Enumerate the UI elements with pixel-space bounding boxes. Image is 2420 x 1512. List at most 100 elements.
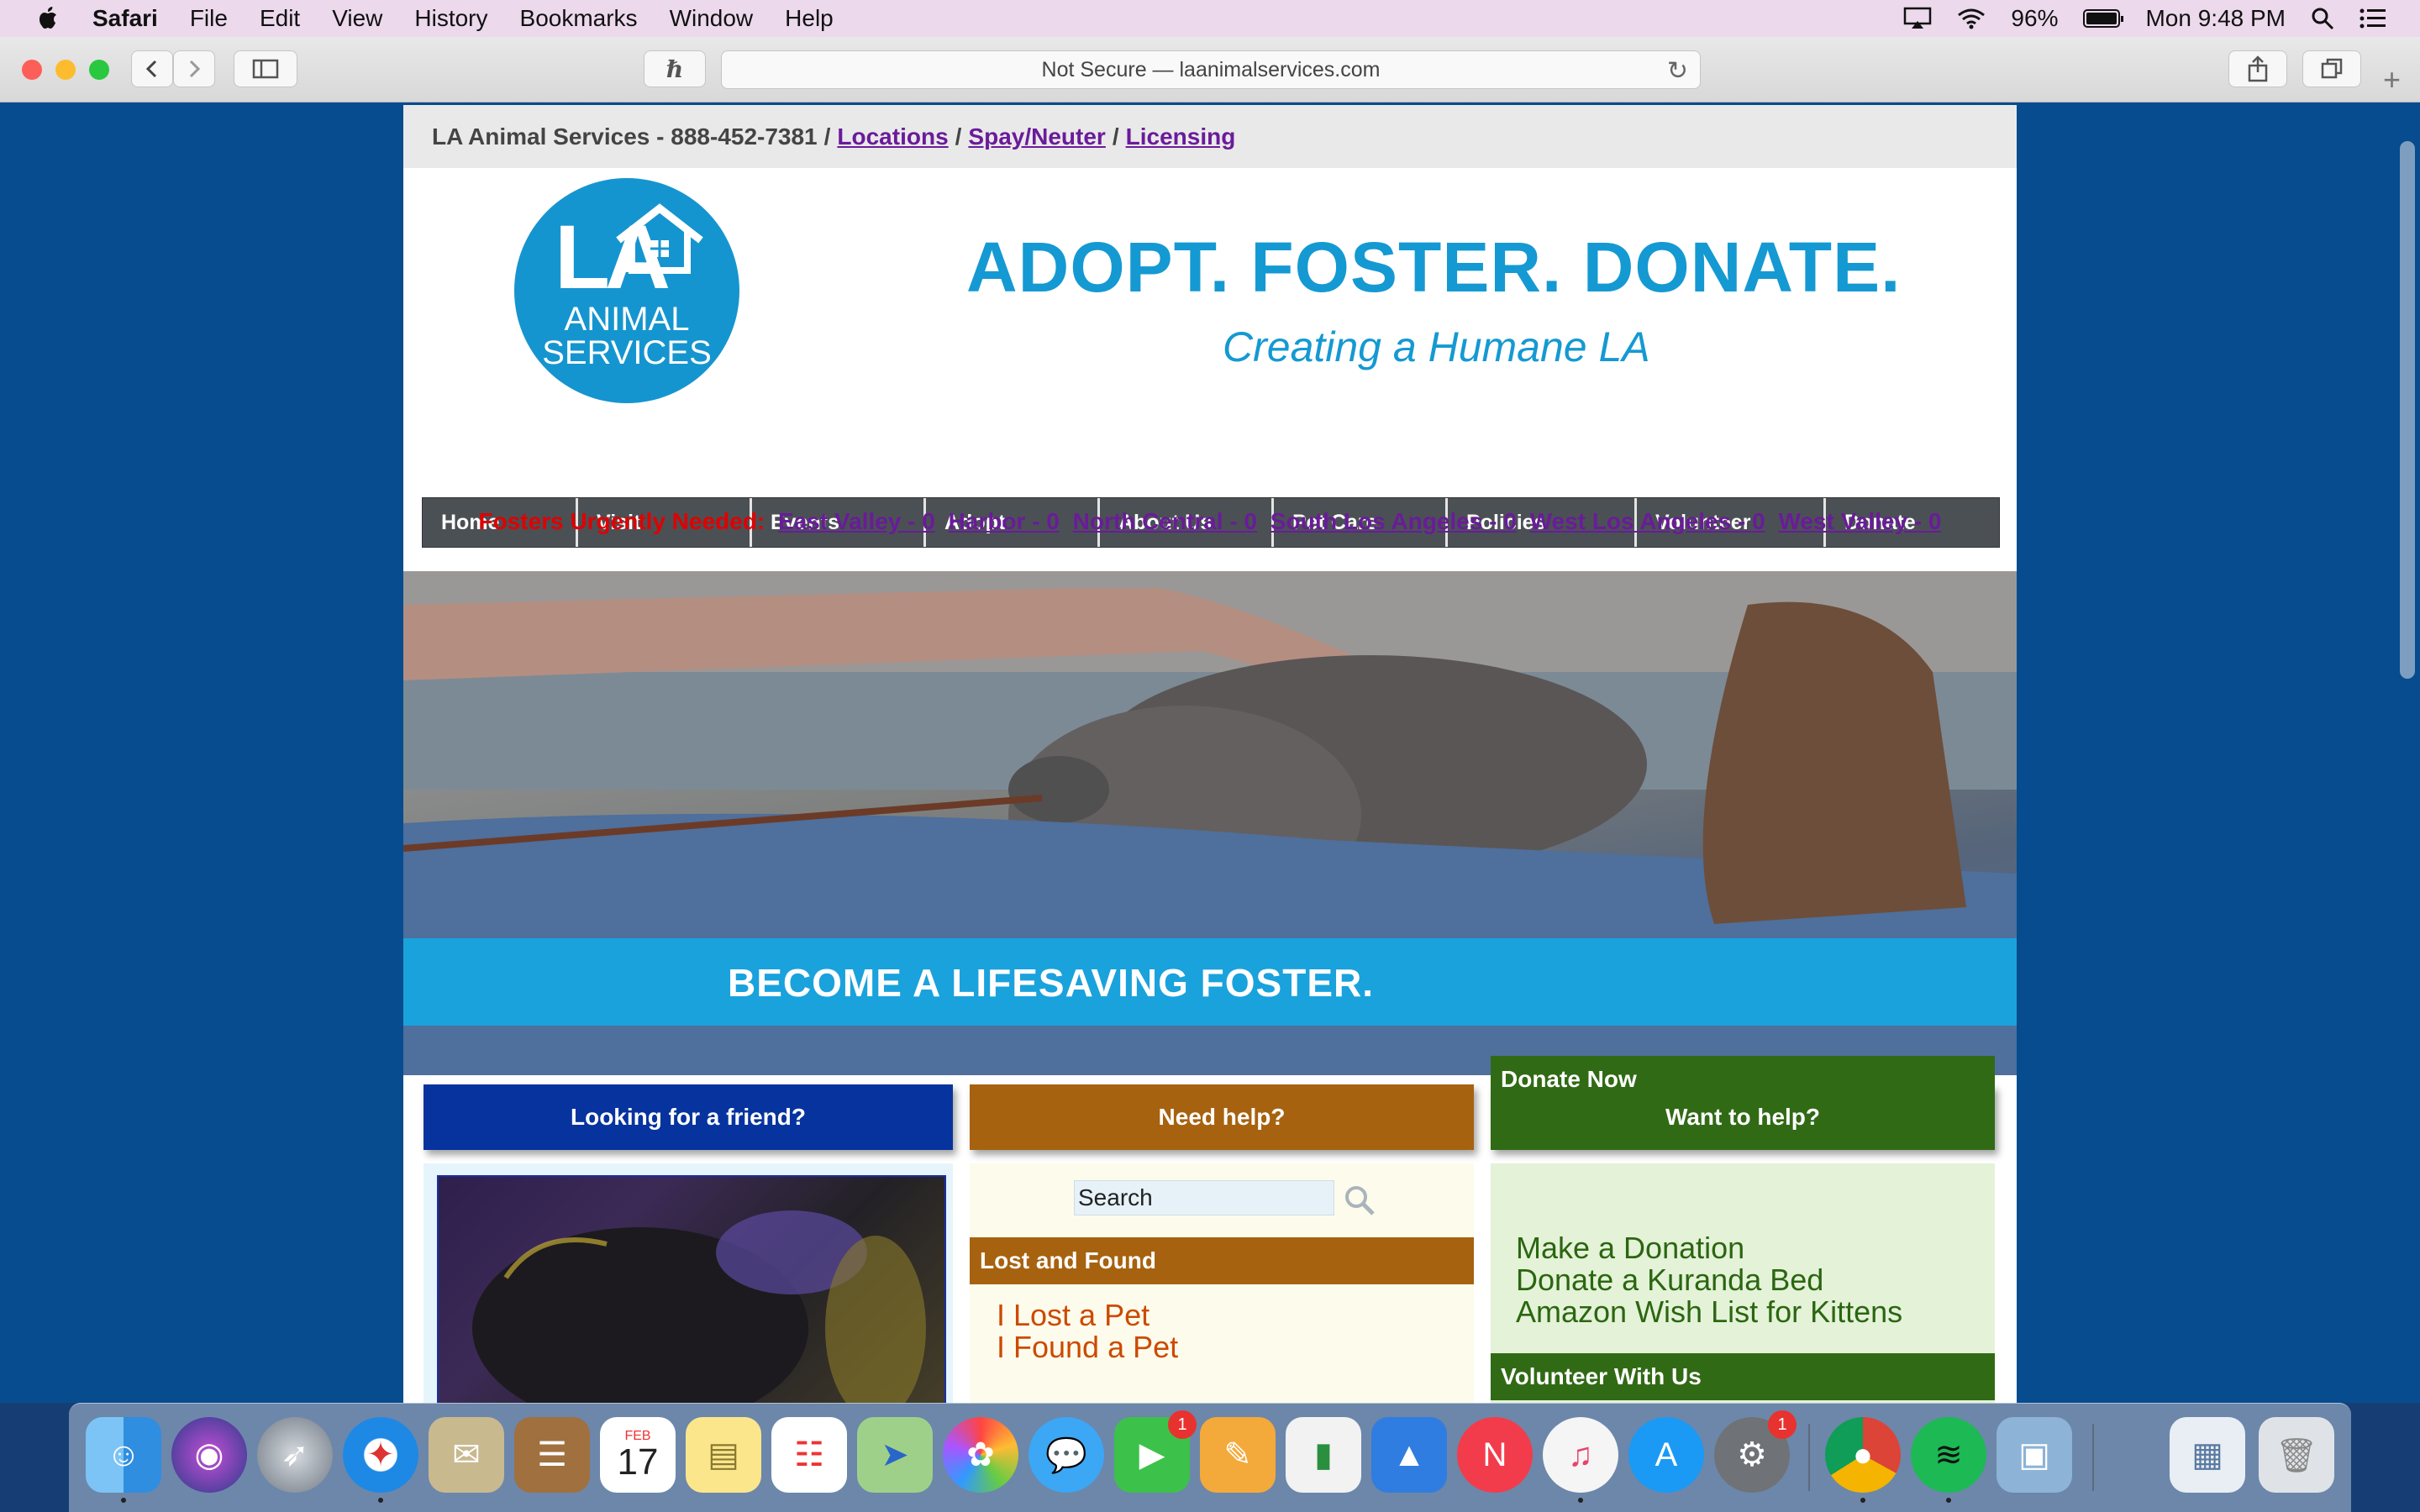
foster-harbor-link[interactable]: Harbor - 0 bbox=[949, 508, 1060, 534]
locations-link[interactable]: Locations bbox=[837, 123, 948, 150]
looking-for-friend-header[interactable]: Looking for a friend? bbox=[424, 1084, 953, 1150]
back-button[interactable] bbox=[131, 50, 173, 87]
foster-south-la-link[interactable]: South Los Angeles - 0 bbox=[1270, 508, 1517, 534]
kuranda-bed-link[interactable]: Donate a Kuranda Bed bbox=[1516, 1263, 1823, 1298]
reload-icon[interactable]: ↻ bbox=[1667, 56, 1688, 86]
minimize-window-button[interactable] bbox=[55, 60, 76, 80]
browser-toolbar: ℏ Not Secure — laanimalservices.com ↻ + bbox=[0, 37, 2420, 102]
extension-button[interactable]: ℏ bbox=[644, 50, 706, 87]
foster-cta-band[interactable]: BECOME A LIFESAVING FOSTER. bbox=[403, 938, 2017, 1026]
running-indicator bbox=[378, 1498, 383, 1503]
chevron-left-icon bbox=[145, 60, 157, 78]
make-donation-link[interactable]: Make a Donation bbox=[1516, 1231, 1744, 1266]
site-search-input[interactable]: Search bbox=[1074, 1180, 1334, 1215]
house-icon bbox=[616, 203, 703, 274]
featured-pet-photo[interactable] bbox=[437, 1175, 946, 1403]
finder-icon[interactable]: ☺ bbox=[86, 1417, 161, 1493]
wifi-icon[interactable] bbox=[1957, 8, 1986, 29]
safari-icon[interactable]: ✦ bbox=[343, 1417, 418, 1493]
lost-pet-link[interactable]: I Lost a Pet bbox=[997, 1298, 1150, 1333]
fosters-label: Fosters Urgently Needed: bbox=[478, 508, 765, 534]
preview-icon[interactable]: ▣ bbox=[1996, 1417, 2072, 1493]
new-tab-plus-icon[interactable]: + bbox=[2383, 62, 2401, 97]
found-pet-link[interactable]: I Found a Pet bbox=[997, 1330, 1178, 1365]
menu-help[interactable]: Help bbox=[785, 5, 834, 32]
maps-icon[interactable]: ➤ bbox=[857, 1417, 933, 1493]
menu-view[interactable]: View bbox=[332, 5, 382, 32]
messages-icon[interactable]: 💬 bbox=[1028, 1417, 1104, 1493]
foster-north-central-link[interactable]: North Central - 0 bbox=[1073, 508, 1257, 534]
battery-percent: 96% bbox=[2011, 5, 2059, 31]
contacts-icon[interactable]: ☰ bbox=[514, 1417, 590, 1493]
spotify-icon[interactable]: ≋ bbox=[1911, 1417, 1986, 1493]
menu-file[interactable]: File bbox=[190, 5, 228, 32]
notes-icon[interactable]: ▤ bbox=[686, 1417, 761, 1493]
licensing-link[interactable]: Licensing bbox=[1126, 123, 1236, 150]
numbers-icon[interactable]: ▮ bbox=[1286, 1417, 1361, 1493]
chevron-right-icon bbox=[189, 60, 201, 78]
page-scrollbar[interactable] bbox=[2393, 102, 2420, 1403]
music-icon[interactable]: ♫ bbox=[1543, 1417, 1618, 1493]
extension-icon: ℏ bbox=[666, 55, 684, 83]
siri-icon[interactable]: ◉ bbox=[171, 1417, 247, 1493]
app-store-icon[interactable]: A bbox=[1628, 1417, 1704, 1493]
amazon-wish-list-link[interactable]: Amazon Wish List for Kittens bbox=[1516, 1294, 1902, 1330]
search-input-value: Search bbox=[1078, 1184, 1153, 1210]
running-indicator bbox=[1578, 1498, 1583, 1503]
chrome-icon[interactable]: ● bbox=[1825, 1417, 1901, 1493]
menu-clock[interactable]: Mon 9:48 PM bbox=[2145, 5, 2286, 32]
mail-icon[interactable]: ✉ bbox=[429, 1417, 504, 1493]
tagline-text: Creating a Humane LA bbox=[1223, 323, 1650, 370]
facetime-icon[interactable]: ▶ 1 bbox=[1114, 1410, 1197, 1493]
close-window-button[interactable] bbox=[22, 60, 42, 80]
foster-east-valley-link[interactable]: East Valley - 0 bbox=[778, 508, 935, 534]
foster-west-la-link[interactable]: West Los Angeles - 0 bbox=[1530, 508, 1765, 534]
la-animal-services-logo[interactable]: LA ANIMAL SERVICES bbox=[514, 178, 739, 403]
menu-history[interactable]: History bbox=[414, 5, 487, 32]
trash-icon[interactable]: 🗑 bbox=[2259, 1417, 2334, 1493]
pages-icon[interactable]: ✎ bbox=[1200, 1417, 1276, 1493]
foster-west-valley-link[interactable]: West Valley - 0 bbox=[1778, 508, 1941, 534]
airplay-icon[interactable] bbox=[1903, 7, 1932, 30]
share-button[interactable] bbox=[2228, 50, 2287, 87]
zoom-window-button[interactable] bbox=[89, 60, 109, 80]
battery-icon[interactable] bbox=[2083, 9, 2124, 28]
hero-banner[interactable]: BECOME A LIFESAVING FOSTER. bbox=[403, 571, 2017, 1075]
dock-separator bbox=[1808, 1424, 1810, 1491]
slogan-heading: ADOPT. FOSTER. DONATE. bbox=[966, 228, 1902, 307]
launchpad-icon[interactable]: ➶ bbox=[257, 1417, 333, 1493]
menu-edit[interactable]: Edit bbox=[260, 5, 300, 32]
fosters-needed-bar: Fosters Urgently Needed: East Valley - 0… bbox=[403, 508, 2017, 535]
macos-dock: ☺ ◉ ➶ ✦ ✉ ☰ FEB 17 ▤ ☷ ➤ ✿ 💬 ▶ 1 ✎ ▮ ▲ N… bbox=[69, 1403, 2351, 1512]
menu-window[interactable]: Window bbox=[670, 5, 754, 32]
news-icon[interactable]: N bbox=[1457, 1417, 1533, 1493]
sidebar-toggle-button[interactable] bbox=[234, 50, 297, 87]
apple-menu-icon[interactable] bbox=[34, 3, 64, 34]
spotlight-search-icon[interactable] bbox=[2311, 7, 2334, 30]
need-help-panel: Search Lost and Found I Lost a Pet I Fou… bbox=[970, 1163, 1474, 1403]
sidebar-icon bbox=[252, 59, 279, 79]
system-preferences-icon[interactable]: ⚙ 1 bbox=[1714, 1410, 1797, 1493]
running-indicator bbox=[121, 1498, 126, 1503]
need-help-header[interactable]: Need help? bbox=[970, 1084, 1474, 1150]
address-bar[interactable]: Not Secure — laanimalservices.com ↻ bbox=[721, 50, 1701, 89]
menu-app-name[interactable]: Safari bbox=[92, 5, 158, 32]
photos-icon[interactable]: ✿ bbox=[943, 1417, 1018, 1493]
menu-bookmarks[interactable]: Bookmarks bbox=[520, 5, 638, 32]
search-icon[interactable] bbox=[1343, 1184, 1376, 1217]
featured-pet-panel bbox=[424, 1163, 953, 1403]
calendar-icon[interactable]: FEB 17 bbox=[600, 1417, 676, 1493]
share-icon bbox=[2248, 55, 2268, 82]
minimized-window-icon[interactable]: ▦ bbox=[2170, 1417, 2245, 1493]
forward-button[interactable] bbox=[173, 50, 215, 87]
site-top-bar: LA Animal Services - 888-452-7381 / Loca… bbox=[403, 105, 2017, 168]
foster-cta-text: BECOME A LIFESAVING FOSTER. bbox=[728, 961, 1374, 1005]
tab-overview-button[interactable] bbox=[2302, 50, 2361, 87]
notification-center-icon[interactable] bbox=[2360, 8, 2386, 29]
spay-neuter-link[interactable]: Spay/Neuter bbox=[968, 123, 1105, 150]
keynote-icon[interactable]: ▲ bbox=[1371, 1417, 1447, 1493]
donate-now-heading: Donate Now bbox=[1491, 1056, 1995, 1103]
contact-text: LA Animal Services - 888-452-7381 bbox=[432, 123, 818, 150]
scrollbar-thumb[interactable] bbox=[2400, 141, 2415, 679]
reminders-icon[interactable]: ☷ bbox=[771, 1417, 847, 1493]
